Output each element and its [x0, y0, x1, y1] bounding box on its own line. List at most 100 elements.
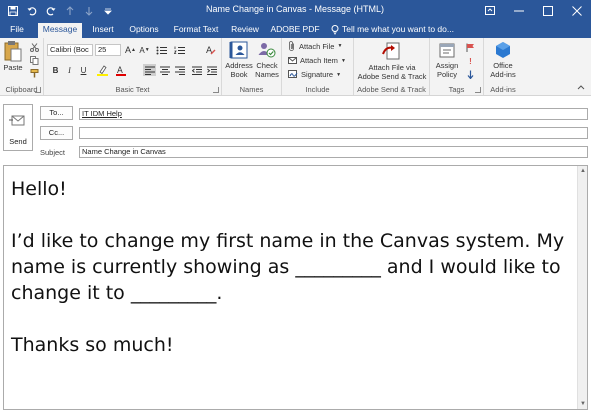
scroll-down-icon[interactable]: ▼ [579, 400, 587, 408]
address-book-button[interactable]: Address Book [225, 40, 253, 79]
message-body-text[interactable]: Hello! I’d like to change my first name … [11, 176, 571, 358]
basic-text-group-label: Basic Text [115, 85, 150, 94]
to-field[interactable]: IT IDM Help [79, 108, 588, 120]
paperclip-icon [289, 41, 294, 51]
paste-button[interactable]: Paste [2, 40, 24, 72]
tab-insert[interactable]: Insert [88, 23, 118, 38]
align-right-icon[interactable] [173, 64, 186, 76]
names-group: Address Book Check Names Names [222, 38, 282, 95]
close-icon[interactable] [562, 0, 591, 21]
subject-label: Subject [40, 148, 66, 157]
collapse-ribbon-icon[interactable] [577, 82, 585, 92]
tell-me-text: Tell me what you want to do... [342, 24, 454, 34]
attach-file-button[interactable]: Attach File ▼ [288, 41, 342, 51]
basic-text-group: Calibri (Boc 25 A ▲ A ▼ A B I U A Basic … [44, 38, 222, 95]
high-importance-icon[interactable]: ! [464, 55, 477, 67]
font-color-icon[interactable]: A [115, 64, 128, 76]
bullets-icon[interactable] [155, 44, 168, 56]
minimize-icon[interactable] [504, 0, 533, 21]
grow-font-icon[interactable]: A ▲ [124, 44, 137, 56]
signature-button[interactable]: Signature ▼ [288, 70, 341, 79]
to-button[interactable]: To... [40, 106, 73, 120]
arrow-down-icon[interactable] [80, 2, 97, 19]
tab-message[interactable]: Message [38, 23, 82, 38]
to-recipient[interactable]: IT IDM Help [82, 109, 122, 118]
clear-formatting-icon[interactable]: A [204, 44, 217, 56]
lightbulb-icon [331, 24, 339, 34]
shrink-font-icon[interactable]: A ▼ [138, 44, 151, 56]
adobe-group-label: Adobe Send & Track [357, 85, 426, 94]
send-button[interactable]: Send [3, 104, 33, 151]
basic-text-launcher[interactable] [213, 87, 219, 93]
addins-group-label: Add-ins [490, 85, 516, 94]
message-body[interactable]: Hello! I’d like to change my first name … [3, 165, 588, 410]
include-group-label: Include [305, 85, 330, 94]
scroll-up-icon[interactable]: ▲ [579, 167, 587, 175]
names-group-label: Names [239, 85, 264, 94]
adobe-label-1: Attach File via [368, 63, 416, 72]
tab-format-text[interactable]: Format Text [170, 23, 222, 38]
attach-item-dropdown-icon: ▼ [340, 57, 346, 64]
font-size-combo[interactable]: 25 [95, 44, 121, 56]
increase-indent-icon[interactable] [205, 64, 218, 76]
check-names-icon [258, 43, 276, 58]
addins-group: Office Add-ins Add-ins [484, 38, 522, 95]
tab-file[interactable]: File [6, 23, 28, 38]
vertical-scrollbar[interactable]: ▲ ▼ [577, 166, 587, 409]
window-controls [475, 0, 591, 21]
paste-icon [4, 41, 22, 62]
attach-via-adobe-button[interactable]: Attach File via Adobe Send & Track [356, 40, 428, 81]
cut-icon[interactable] [28, 41, 41, 53]
check-names-button[interactable]: Check Names [253, 40, 281, 79]
maximize-icon[interactable] [533, 0, 562, 21]
check-names-label-1: Check [256, 61, 278, 70]
format-painter-icon[interactable] [28, 67, 41, 79]
follow-up-flag-icon[interactable] [464, 41, 477, 53]
align-center-icon[interactable] [158, 64, 171, 76]
signature-label: Signature [301, 70, 334, 79]
repeat-icon[interactable] [42, 2, 59, 19]
ribbon: Paste Clipboard Calibri (Boc 25 A ▲ A ▼ A … [0, 38, 591, 96]
attach-item-button[interactable]: Attach Item ▼ [288, 56, 346, 65]
address-book-icon [229, 41, 248, 59]
cc-button[interactable]: Cc... [40, 126, 73, 140]
cc-field[interactable] [79, 127, 588, 139]
ribbon-display-options-icon[interactable] [475, 0, 504, 21]
adobe-label-2: Adobe Send & Track [357, 72, 427, 81]
clipboard-launcher[interactable] [35, 87, 41, 93]
tab-options[interactable]: Options [126, 23, 162, 38]
clipboard-group: Paste Clipboard [0, 38, 44, 95]
tags-launcher[interactable] [475, 87, 481, 93]
check-names-label-2: Names [255, 70, 279, 79]
low-importance-icon[interactable] [464, 68, 477, 80]
include-group: Attach File ▼ Attach Item ▼ Signature ▼ … [282, 38, 354, 95]
customize-qat-icon[interactable] [99, 2, 116, 19]
quick-access-toolbar [4, 2, 116, 19]
office-addins-label-1: Office [493, 61, 513, 70]
address-book-label-1: Address [225, 61, 253, 70]
bold-button[interactable]: B [49, 64, 62, 76]
undo-icon[interactable] [23, 2, 40, 19]
assign-policy-label-2: Policy [436, 70, 457, 79]
address-book-label-2: Book [230, 70, 248, 79]
body-paragraph: I’d like to change my first name in the … [11, 230, 571, 304]
copy-icon[interactable] [28, 54, 41, 66]
tab-adobe-pdf[interactable]: ADOBE PDF [270, 23, 320, 38]
highlight-icon[interactable] [96, 64, 109, 76]
underline-button[interactable]: U [77, 64, 90, 76]
decrease-indent-icon[interactable] [190, 64, 203, 76]
arrow-up-icon[interactable] [61, 2, 78, 19]
italic-button[interactable]: I [63, 64, 76, 76]
tags-group: Assign Policy ! Tags [430, 38, 484, 95]
tab-review[interactable]: Review [228, 23, 262, 38]
send-icon [9, 115, 25, 126]
signature-icon [288, 70, 298, 78]
numbering-icon[interactable] [173, 44, 186, 56]
align-left-icon[interactable] [143, 64, 156, 76]
assign-policy-button[interactable]: Assign Policy [432, 40, 462, 79]
office-addins-button[interactable]: Office Add-ins [486, 40, 520, 79]
tell-me-box[interactable]: Tell me what you want to do... [331, 23, 454, 36]
save-icon[interactable] [4, 2, 21, 19]
font-name-combo[interactable]: Calibri (Boc [47, 44, 93, 56]
subject-field[interactable]: Name Change in Canvas [79, 146, 588, 158]
